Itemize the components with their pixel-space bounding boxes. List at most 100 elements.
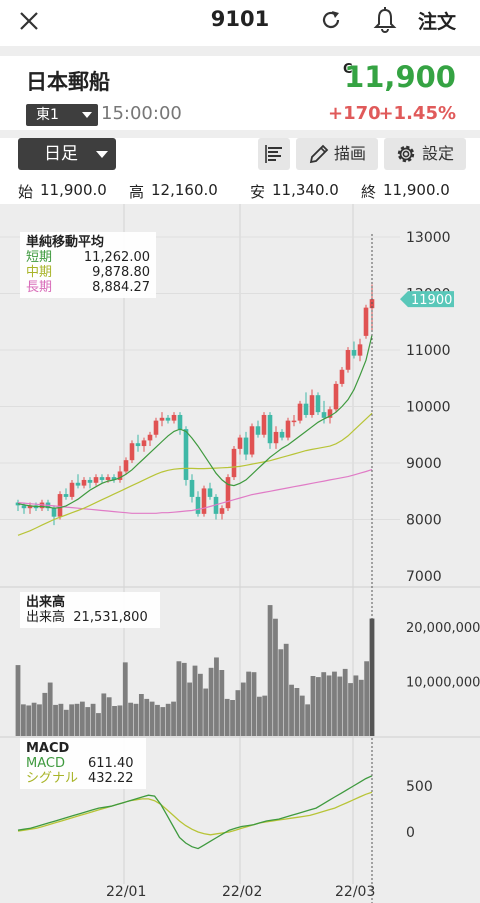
- volume-axis-label: 20,000,000: [406, 621, 480, 636]
- volume-bar: [106, 697, 112, 736]
- ohlc-summary: 始 11,900.0 高 12,160.0 安 11,340.0 終 11,90…: [0, 180, 480, 202]
- close-value: 11,900.0: [383, 181, 450, 199]
- volume-bar: [144, 698, 150, 736]
- sma-legend: 単純移動平均 短期 11,262.00 中期 9,878.80 長期 8,884.27: [20, 232, 156, 298]
- candle-body: [291, 420, 297, 423]
- draw-button[interactable]: 描画: [296, 138, 378, 170]
- volume-label: 出来高: [26, 610, 66, 625]
- low-label: 安: [250, 183, 266, 201]
- candle-body: [357, 344, 363, 356]
- volume-bar: [15, 665, 21, 736]
- volume-bar: [138, 694, 144, 736]
- indicator-list-button[interactable]: [258, 138, 290, 170]
- volume-bar: [187, 682, 193, 736]
- volume-bar: [79, 701, 85, 736]
- volume-bar: [69, 704, 75, 736]
- quote-time: 15:00:00: [101, 103, 182, 124]
- candle-body: [177, 414, 183, 430]
- volume-bar: [224, 698, 230, 736]
- candle-body: [273, 431, 279, 444]
- volume-bar: [149, 701, 155, 736]
- settings-button[interactable]: 設定: [384, 138, 466, 170]
- candle-body: [309, 395, 315, 415]
- candle-body: [63, 494, 69, 497]
- caret-down-icon: [96, 151, 108, 158]
- date-axis-label: 22/02: [222, 884, 262, 900]
- volume-bar: [58, 703, 64, 736]
- price-axis-label: 9000: [406, 456, 442, 472]
- candle-body: [87, 479, 93, 483]
- date-axis-label: 22/03: [335, 884, 375, 900]
- candle-body: [243, 437, 249, 455]
- volume-bar: [96, 713, 101, 736]
- candle-body: [279, 431, 285, 438]
- volume-bar: [20, 704, 26, 736]
- order-button[interactable]: 注文: [418, 7, 456, 34]
- candle-body: [123, 460, 129, 472]
- top-bar: 9101 注文: [0, 0, 480, 44]
- volume-bar: [278, 649, 284, 736]
- candle-body: [201, 488, 207, 514]
- volume-bar: [305, 704, 311, 736]
- volume-value: 21,531,800: [73, 610, 148, 625]
- price-axis-label: 13000: [406, 230, 451, 246]
- volume-bar: [364, 661, 370, 736]
- volume-bar: [37, 704, 42, 736]
- volume-bar: [208, 667, 214, 736]
- candle-body: [99, 477, 105, 480]
- volume-bar: [321, 672, 327, 736]
- bell-icon[interactable]: [372, 6, 398, 34]
- candle-body: [219, 508, 225, 514]
- volume-bar: [289, 684, 294, 736]
- stock-chart[interactable]: 1300012000110001000090008000700020,000,0…: [0, 204, 480, 903]
- candle-body: [285, 420, 291, 438]
- volume-bar: [192, 665, 198, 736]
- pencil-icon: [309, 144, 329, 164]
- candle-body: [321, 412, 327, 418]
- candle-body: [159, 417, 165, 421]
- candle-body: [255, 426, 261, 435]
- volume-bar: [165, 703, 171, 736]
- market-selector[interactable]: 東1: [26, 104, 98, 126]
- sma-long-value: 8,884.27: [92, 280, 150, 295]
- volume-axis-label: 10,000,000: [406, 675, 480, 690]
- open-label: 始: [18, 183, 34, 201]
- candle-body: [231, 448, 237, 478]
- volume-bar: [63, 709, 69, 736]
- macd-label: MACD: [26, 756, 65, 771]
- candle-body: [129, 443, 135, 461]
- price-change-percent: +1.45%: [378, 103, 456, 124]
- candle-body: [147, 434, 153, 441]
- candle-body: [267, 414, 273, 444]
- volume-bar: [90, 703, 96, 736]
- refresh-icon[interactable]: [318, 7, 344, 33]
- period-selector[interactable]: 日足: [18, 138, 116, 170]
- volume-bar: [122, 662, 128, 736]
- candle-body: [225, 477, 231, 509]
- chart-area[interactable]: 1300012000110001000090008000700020,000,0…: [0, 204, 480, 903]
- volume-legend: 出来高 出来高 21,531,800: [20, 592, 160, 628]
- volume-bar: [283, 643, 289, 736]
- price-axis-label: 7000: [406, 569, 442, 585]
- volume-bar: [197, 673, 203, 736]
- volume-bar: [219, 670, 225, 736]
- candle-body: [21, 505, 27, 509]
- volume-bar: [251, 672, 257, 736]
- volume-bar: [214, 657, 219, 736]
- sma-mid-value: 9,878.80: [92, 265, 150, 280]
- candle-body: [195, 496, 201, 514]
- volume-bar: [294, 688, 300, 736]
- macd-legend: MACD MACD 611.40 シグナル 432.22: [20, 738, 146, 789]
- volume-bar: [353, 675, 359, 736]
- candle-body: [315, 395, 321, 413]
- date-axis-label: 22/01: [106, 884, 146, 900]
- stock-code: 9101: [210, 7, 270, 31]
- candle-body: [351, 350, 357, 356]
- volume-legend-title: 出来高: [26, 595, 66, 610]
- volume-bar: [310, 676, 316, 736]
- volume-bar: [31, 702, 37, 736]
- candle-body: [339, 369, 345, 384]
- volume-bar: [117, 705, 123, 736]
- volume-bar: [128, 702, 134, 736]
- candle-body: [69, 482, 75, 497]
